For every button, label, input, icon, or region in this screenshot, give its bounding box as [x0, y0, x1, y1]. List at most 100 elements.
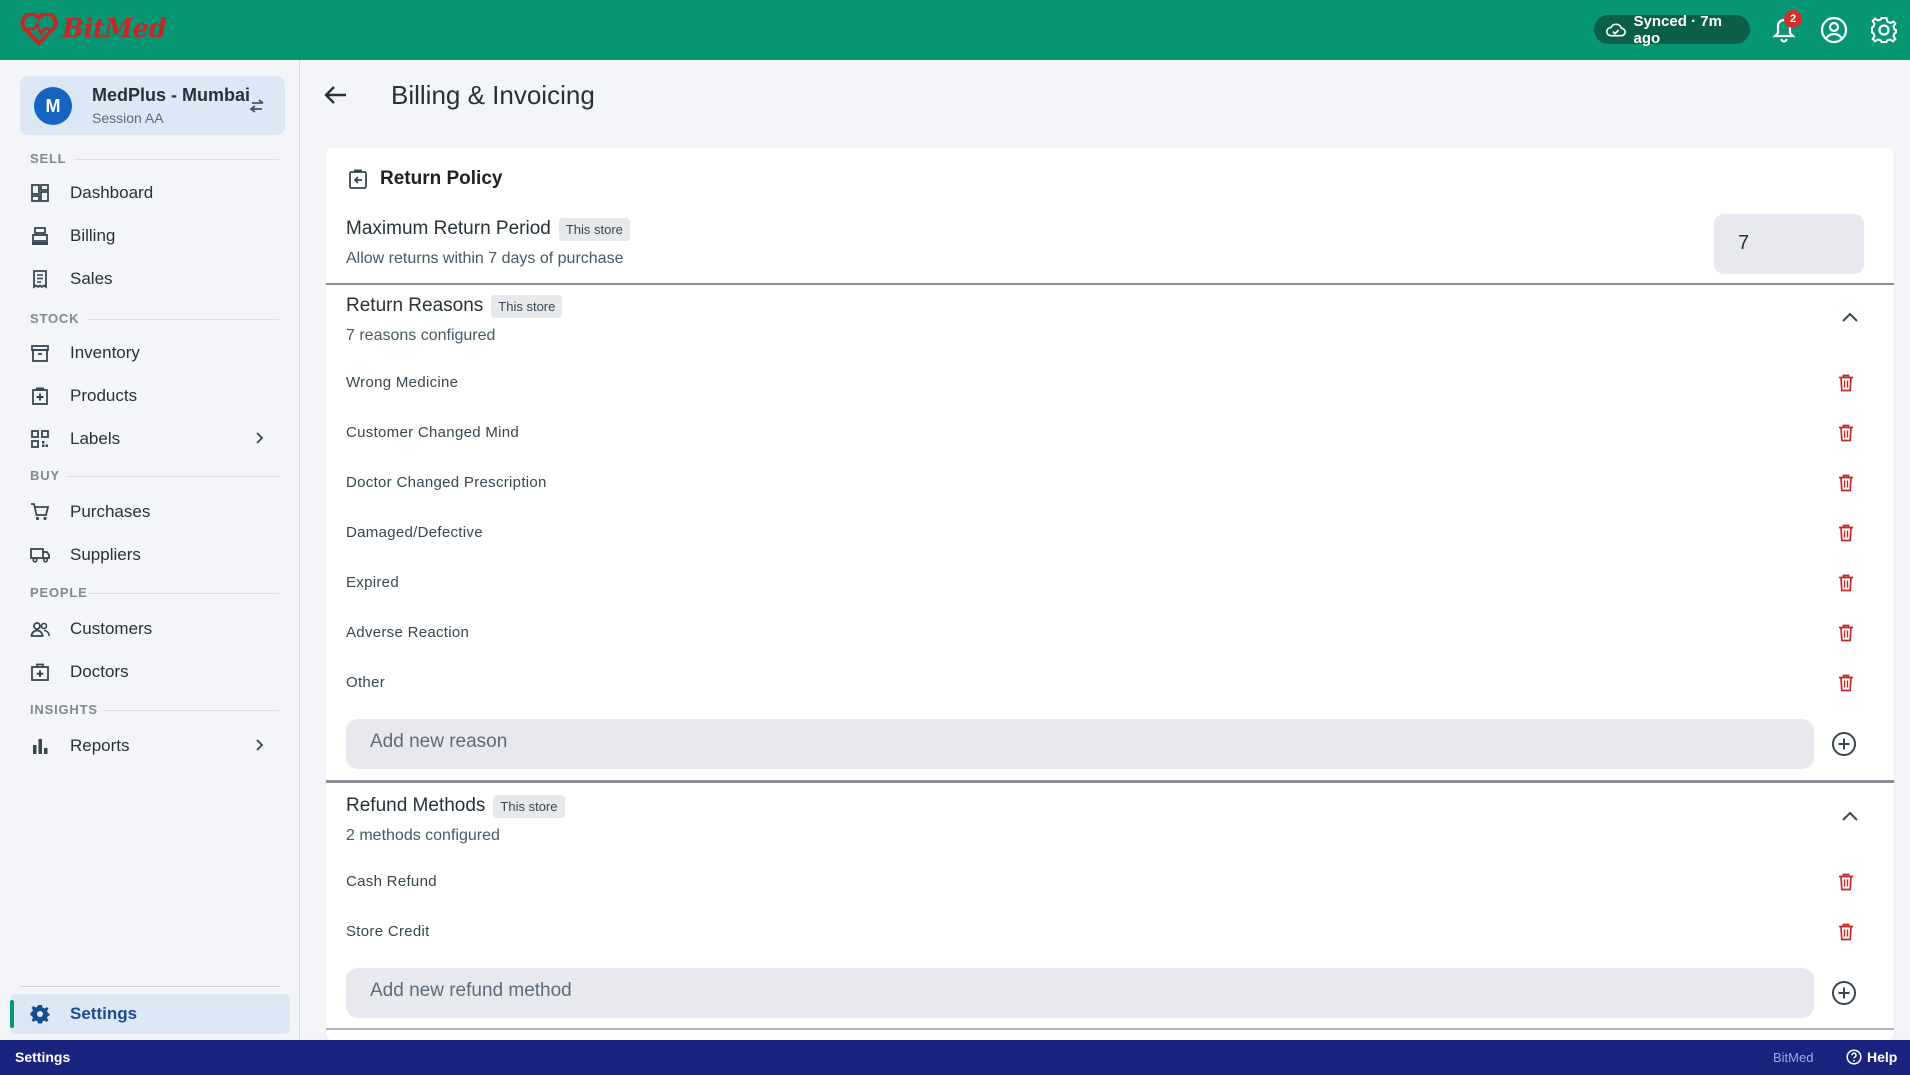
- sidebar-item-label: Products: [70, 386, 138, 405]
- chevron-up-icon[interactable]: [1841, 810, 1859, 822]
- max-return-period-row: Maximum Return Period This store: [346, 218, 630, 242]
- sidebar-item-sales[interactable]: Sales: [12, 260, 290, 298]
- notification-count-badge: 2: [1784, 10, 1802, 28]
- section-label-people: PEOPLE: [30, 585, 88, 600]
- gear-icon: [1871, 17, 1897, 43]
- section-divider: [104, 710, 279, 711]
- scope-chip: This store: [558, 218, 630, 242]
- qr-code-icon: [31, 430, 49, 448]
- delete-trash-icon[interactable]: [1838, 474, 1854, 492]
- sidebar-item-purchases[interactable]: Purchases: [12, 493, 290, 531]
- refund-methods-header[interactable]: Refund Methods This store: [346, 795, 565, 819]
- brand-name: BitMed: [62, 14, 167, 44]
- help-button[interactable]: Help: [1846, 1049, 1897, 1065]
- brand-logo[interactable]: BitMed: [20, 13, 167, 45]
- people-icon: [30, 622, 50, 637]
- delete-trash-icon[interactable]: [1838, 923, 1854, 941]
- return-period-input[interactable]: 7: [1714, 214, 1864, 274]
- delete-trash-icon[interactable]: [1838, 424, 1854, 442]
- sidebar-item-reports[interactable]: Reports: [12, 727, 290, 765]
- sidebar-item-label: Labels: [70, 429, 121, 448]
- refund-methods-summary: 2 methods configured: [346, 827, 500, 844]
- sidebar-item-label: Purchases: [70, 502, 151, 521]
- section-divider: [326, 780, 1894, 783]
- section-label-sell: SELL: [30, 151, 67, 166]
- card-header: Return Policy: [348, 168, 502, 190]
- cloud-done-icon: [1606, 23, 1626, 37]
- truck-icon: [30, 548, 50, 563]
- reasons-summary: 7 reasons configured: [346, 327, 496, 344]
- return-reasons-header[interactable]: Return Reasons This store: [346, 295, 563, 319]
- add-reason-input[interactable]: Add new reason: [346, 719, 1814, 769]
- scope-chip: This store: [491, 295, 563, 319]
- add-circle-icon[interactable]: [1831, 980, 1857, 1006]
- section-divider: [66, 476, 279, 477]
- return-policy-card: Return Policy Maximum Return Period This …: [326, 148, 1894, 1040]
- bar-chart-icon: [33, 739, 48, 754]
- sidebar-item-label: Billing: [70, 226, 116, 245]
- reason-item: Wrong Medicine: [346, 374, 459, 391]
- sidebar-divider: [20, 986, 280, 987]
- reason-item: Customer Changed Mind: [346, 424, 520, 441]
- section-divider: [74, 159, 279, 160]
- session-label: Session AA: [92, 110, 164, 126]
- swap-icon: [249, 99, 264, 113]
- store-name: MedPlus - Mumbai: [92, 85, 251, 105]
- sidebar-item-labels[interactable]: Labels: [12, 420, 290, 458]
- sidebar-item-dashboard[interactable]: Dashboard: [12, 174, 290, 212]
- sync-status-badge[interactable]: Synced · 7m ago: [1594, 13, 1750, 47]
- account-button[interactable]: [1818, 14, 1850, 46]
- reason-item: Doctor Changed Prescription: [346, 474, 547, 491]
- medicine-box-icon: [32, 387, 48, 405]
- delete-trash-icon[interactable]: [1838, 674, 1854, 692]
- refund-method-item: Cash Refund: [346, 873, 437, 890]
- delete-trash-icon[interactable]: [1838, 374, 1854, 392]
- sidebar-item-label: Dashboard: [70, 183, 154, 202]
- shopping-cart-icon: [31, 503, 50, 521]
- setting-label: Refund Methods: [346, 795, 486, 816]
- medical-bag-icon: [31, 663, 49, 681]
- sidebar-item-customers[interactable]: Customers: [12, 610, 290, 648]
- return-box-icon: [349, 169, 367, 189]
- sidebar-item-suppliers[interactable]: Suppliers: [12, 536, 290, 574]
- section-label-insights: INSIGHTS: [30, 702, 98, 717]
- heart-logo-icon: [20, 13, 58, 45]
- reason-item: Adverse Reaction: [346, 624, 470, 641]
- card-title: Return Policy: [380, 168, 503, 189]
- page-header: Billing & Invoicing: [301, 60, 1910, 130]
- section-divider: [88, 319, 279, 320]
- store-switcher[interactable]: M MedPlus - Mumbai Session AA: [20, 76, 285, 135]
- sidebar-item-label: Suppliers: [70, 545, 141, 564]
- dashboard-icon: [31, 184, 49, 202]
- chevron-up-icon[interactable]: [1841, 311, 1859, 323]
- sidebar-item-inventory[interactable]: Inventory: [12, 334, 290, 372]
- sidebar-item-label: Settings: [70, 1004, 138, 1023]
- setting-label: Return Reasons: [346, 295, 484, 316]
- sidebar-item-doctors[interactable]: Doctors: [12, 653, 290, 691]
- current-page-label: Settings: [15, 1049, 71, 1065]
- delete-trash-icon[interactable]: [1838, 574, 1854, 592]
- receipt-icon: [33, 270, 47, 289]
- footer-brand: BitMed: [1773, 1050, 1814, 1065]
- sidebar-item-label: Inventory: [70, 343, 140, 362]
- back-arrow-icon[interactable]: [323, 82, 349, 108]
- sidebar-item-products[interactable]: Products: [12, 377, 290, 415]
- sidebar-item-label: Doctors: [70, 662, 129, 681]
- sidebar-item-label: Customers: [70, 619, 153, 638]
- sidebar-item-billing[interactable]: Billing: [12, 217, 290, 255]
- delete-trash-icon[interactable]: [1838, 524, 1854, 542]
- delete-trash-icon[interactable]: [1838, 624, 1854, 642]
- chevron-right-icon: [256, 432, 264, 444]
- setting-label: Maximum Return Period: [346, 218, 551, 239]
- add-refund-method-input[interactable]: Add new refund method: [346, 968, 1814, 1018]
- add-circle-icon[interactable]: [1831, 731, 1857, 757]
- gear-icon: [30, 1005, 50, 1024]
- settings-gear-button[interactable]: [1868, 14, 1900, 46]
- section-label-buy: BUY: [30, 468, 60, 483]
- notifications-button[interactable]: 2: [1768, 10, 1802, 46]
- scope-chip: This store: [493, 795, 565, 819]
- help-label: Help: [1867, 1049, 1898, 1065]
- sidebar-item-settings[interactable]: Settings: [10, 994, 290, 1034]
- sidebar: M MedPlus - Mumbai Session AA SELL Dashb…: [0, 60, 300, 1040]
- delete-trash-icon[interactable]: [1838, 873, 1854, 891]
